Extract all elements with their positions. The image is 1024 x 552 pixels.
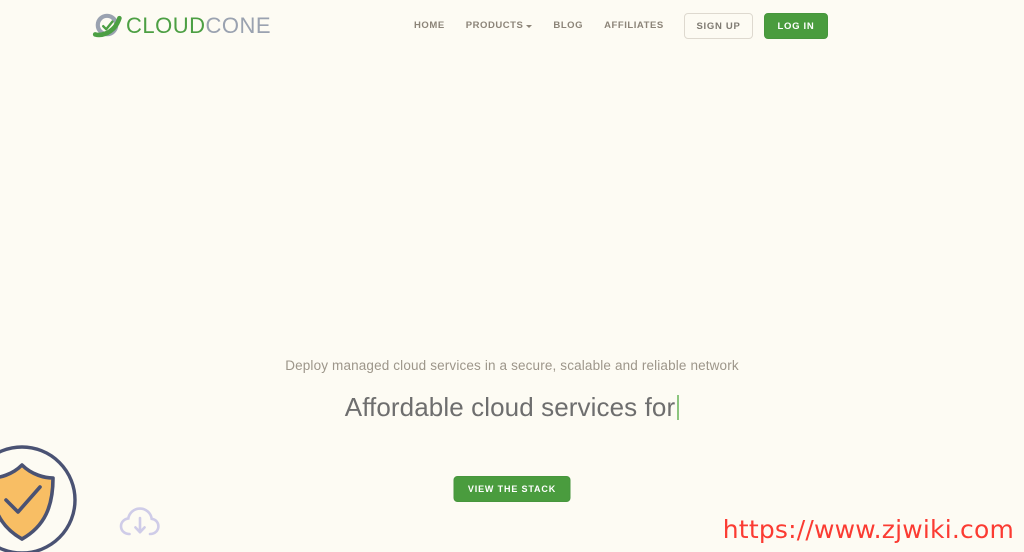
hero-section: Deploy managed cloud services in a secur… <box>0 0 1024 552</box>
brand-name-secondary: CONE <box>205 13 272 38</box>
brand-name-primary: CLOUD <box>126 13 206 38</box>
nav-item-affiliates-label: AFFILIATES <box>604 20 664 31</box>
hero-subtitle: Deploy managed cloud services in a secur… <box>285 358 739 373</box>
brand-logo-link[interactable]: CLOUDCONE <box>92 11 271 41</box>
hero-title-row: Affordable cloud services for <box>0 392 1024 423</box>
nav-item-home[interactable]: HOME <box>414 20 445 31</box>
nav-item-products[interactable]: PRODUCTS <box>466 20 533 31</box>
view-the-stack-button[interactable]: VIEW THE STACK <box>453 476 571 502</box>
typing-cursor <box>677 395 680 420</box>
nav-item-blog-label: BLOG <box>553 20 584 31</box>
site-watermark: https://www.zjwiki.com <box>722 515 1014 544</box>
auth-buttons: SIGN UP LOG IN <box>684 13 828 39</box>
sign-up-button[interactable]: SIGN UP <box>684 13 753 39</box>
nav-item-products-label: PRODUCTS <box>465 20 524 31</box>
hero-title: Affordable cloud services for <box>344 392 676 422</box>
chevron-down-icon <box>526 25 533 28</box>
cloudcone-swoosh-logo-icon <box>92 11 122 41</box>
nav-item-affiliates[interactable]: AFFILIATES <box>604 20 664 31</box>
site-header: CLOUDCONE HOME PRODUCTS BLOG AFFILIATES … <box>0 0 1024 54</box>
page-root: CLOUDCONE HOME PRODUCTS BLOG AFFILIATES … <box>0 0 1024 552</box>
nav-item-blog[interactable]: BLOG <box>553 20 583 31</box>
log-in-button[interactable]: LOG IN <box>764 13 828 39</box>
brand-wordmark: CLOUDCONE <box>126 15 271 37</box>
nav-item-home-label: HOME <box>414 20 445 31</box>
